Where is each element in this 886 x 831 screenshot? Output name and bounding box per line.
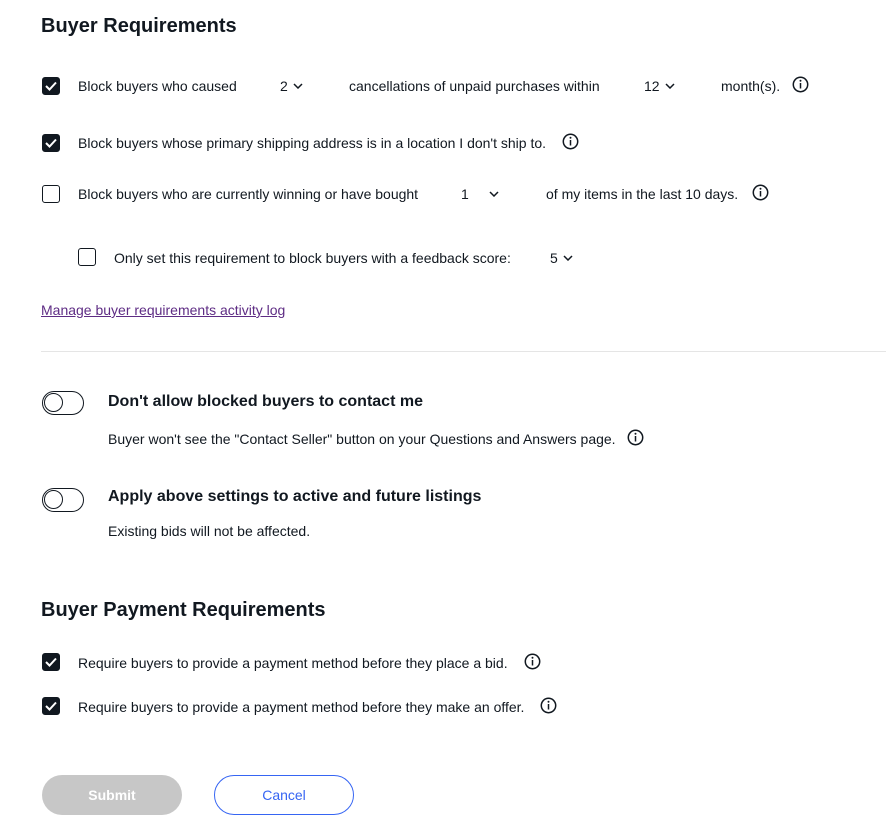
cancellations-checkbox[interactable] [42,77,60,95]
winning-label-after: of my items in the last 10 days. [546,186,739,202]
toggle-knob [44,490,63,509]
winning-checkbox[interactable] [42,185,60,203]
buyer-requirements-title: Buyer Requirements [41,15,237,37]
apply-toggle-title: Apply above settings to active and futur… [108,488,482,505]
contact-toggle[interactable] [42,391,84,415]
offer-payment-checkbox[interactable] [42,697,60,715]
info-icon[interactable] [792,76,809,93]
submit-button[interactable]: Submit [42,775,182,815]
cancellations-label-before: Block buyers who caused [78,78,237,94]
feedback-score-value: 5 [550,250,558,266]
cancellations-count-select[interactable]: 2 [280,78,303,94]
feedback-score-select[interactable]: 5 [550,250,573,266]
winning-label-before: Block buyers who are currently winning o… [78,186,419,202]
checkmark-icon [45,657,57,667]
feedback-label: Only set this requirement to block buyer… [114,250,511,266]
shipping-checkbox[interactable] [42,134,60,152]
cancellations-months-select[interactable]: 12 [644,78,675,94]
checkmark-icon [45,138,57,148]
contact-toggle-description: Buyer won't see the "Contact Seller" but… [108,431,616,447]
chevron-down-icon [665,83,675,89]
toggle-knob [44,393,63,412]
chevron-down-icon [563,255,573,261]
info-icon[interactable] [752,184,769,201]
bid-payment-label: Require buyers to provide a payment meth… [78,655,508,671]
offer-payment-label: Require buyers to provide a payment meth… [78,699,525,715]
activity-log-link[interactable]: Manage buyer requirements activity log [41,302,285,318]
cancellations-label-middle: cancellations of unpaid purchases within [349,78,600,94]
info-icon[interactable] [627,429,644,446]
checkmark-icon [45,81,57,91]
chevron-down-icon [489,191,499,197]
section-divider [41,351,886,352]
cancellations-months-value: 12 [644,78,660,94]
cancellations-label-after: month(s). [721,78,781,94]
winning-items-value: 1 [461,186,469,202]
shipping-label: Block buyers whose primary shipping addr… [78,135,547,151]
checkmark-icon [45,701,57,711]
payment-requirements-title: Buyer Payment Requirements [41,599,326,621]
info-icon[interactable] [562,133,579,150]
chevron-down-icon [293,83,303,89]
cancel-button[interactable]: Cancel [214,775,354,815]
info-icon[interactable] [524,653,541,670]
winning-items-select[interactable]: 1 [461,186,499,202]
bid-payment-checkbox[interactable] [42,653,60,671]
info-icon[interactable] [540,697,557,714]
cancellations-count-value: 2 [280,78,288,94]
apply-toggle-description: Existing bids will not be affected. [108,523,311,539]
apply-toggle[interactable] [42,488,84,512]
contact-toggle-title: Don't allow blocked buyers to contact me [108,393,423,410]
feedback-checkbox[interactable] [78,248,96,266]
